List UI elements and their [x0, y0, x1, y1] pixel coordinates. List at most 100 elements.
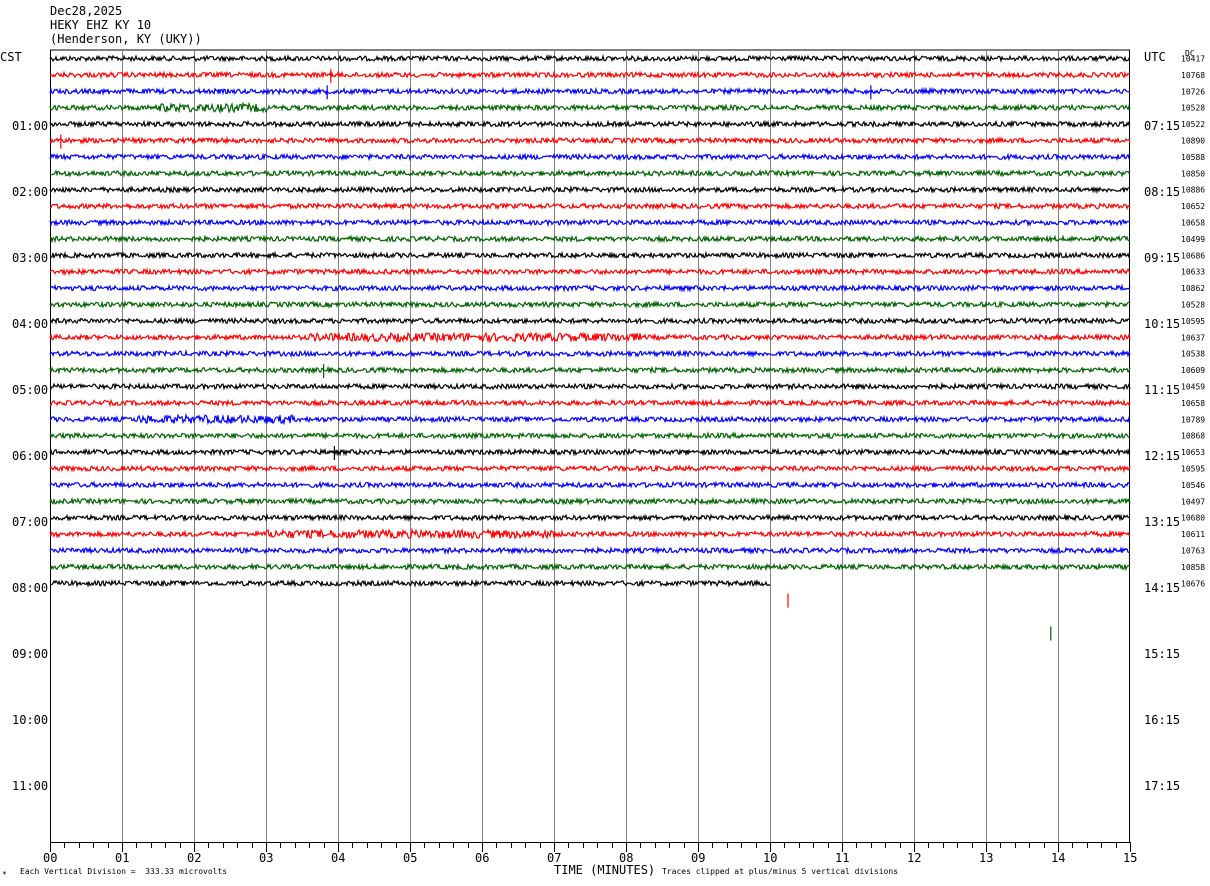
x-axis-title: TIME (MINUTES): [554, 863, 656, 877]
dc-value: 10789: [1181, 415, 1205, 424]
dc-value: 10686: [1181, 251, 1205, 260]
dc-value: 10886: [1181, 186, 1205, 195]
right-hour-label: 12:15: [1144, 449, 1181, 463]
seismic-trace-24: [49, 431, 1131, 441]
seismogram-chart: 10417 10768 10726 10528 10522 10890 10588 10850…: [49, 49, 1205, 852]
left-hour-label: 06:00: [12, 449, 49, 463]
seismic-trace-26: [49, 463, 1131, 474]
seismic-trace-7: [49, 152, 1131, 162]
dc-value: 10676: [1181, 579, 1205, 588]
dc-value: 10633: [1181, 268, 1205, 277]
left-hour-label: 01:00: [12, 119, 49, 133]
x-tick-label: 15: [1123, 851, 1138, 865]
dc-value: 10658: [1181, 219, 1205, 228]
right-hour-label: 13:15: [1144, 515, 1181, 529]
dc-value: 10768: [1181, 71, 1205, 80]
dc-value: 10528: [1181, 301, 1205, 310]
dc-value: 10868: [1181, 432, 1205, 441]
dc-value: 10595: [1181, 465, 1205, 474]
x-tick-label: 09: [691, 851, 706, 865]
seismic-trace-23: [49, 412, 1131, 426]
right-hour-label: 11:15: [1144, 383, 1181, 397]
seismic-trace-20: [49, 365, 1131, 375]
seismic-trace-12: [49, 234, 1131, 244]
seismic-trace-21: [49, 381, 1131, 392]
dc-value: 10609: [1181, 366, 1205, 375]
x-tick-label: 10: [763, 851, 778, 865]
seismic-trace-28: [49, 496, 1131, 506]
left-hour-label: 02:00: [12, 185, 49, 199]
clip-note: Traces clipped at plus/minus 5 vertical …: [662, 867, 899, 876]
dc-value: 10653: [1181, 448, 1205, 457]
x-tick-label: 13: [979, 851, 994, 865]
seismic-trace-3: [49, 86, 1131, 96]
left-hour-label: 04:00: [12, 317, 49, 331]
seismic-trace-11: [49, 217, 1131, 228]
dc-value: 10658: [1181, 399, 1205, 408]
right-hour-label: 16:15: [1144, 713, 1181, 727]
x-tick-label: 02: [187, 851, 202, 865]
right-hour-label: 15:15: [1144, 647, 1181, 661]
division-note: Each Vertical Division = 333.33 microvol…: [20, 867, 228, 876]
seismic-trace-18: [49, 331, 1131, 344]
dc-value: 10637: [1181, 333, 1205, 342]
right-hour-label: 09:15: [1144, 251, 1181, 265]
seismic-trace-8: [49, 168, 1131, 178]
right-hour-label: 07:15: [1144, 119, 1181, 133]
seismic-trace-13: [49, 250, 1131, 260]
dc-value: 10763: [1181, 547, 1205, 556]
x-tick-label: 01: [115, 851, 130, 865]
seismic-trace-22: [49, 398, 1131, 408]
seismic-trace-6: [49, 135, 1131, 146]
dc-value: 10611: [1181, 530, 1205, 539]
dc-value: 10459: [1181, 383, 1205, 392]
dc-value: 10538: [1181, 350, 1205, 359]
seismic-trace-27: [49, 480, 1131, 490]
left-hour-label: 08:00: [12, 581, 49, 595]
seismic-trace-17: [49, 316, 1131, 326]
x-tick-label: 12: [907, 851, 922, 865]
dc-value: 10890: [1181, 137, 1205, 146]
x-tick-label: 00: [43, 851, 58, 865]
right-hour-label: 14:15: [1144, 581, 1181, 595]
seismic-trace-14: [49, 267, 1131, 277]
footer-mark: *: [2, 870, 7, 879]
seismic-trace-1: [49, 53, 1131, 64]
x-tick-label: 05: [403, 851, 418, 865]
seismic-trace-30: [49, 527, 1131, 540]
dc-value: 10522: [1181, 120, 1205, 129]
dc-value: 10417: [1181, 55, 1205, 64]
seismic-trace-29: [49, 512, 1131, 523]
seismic-trace-5: [49, 119, 1131, 129]
left-hour-label: 09:00: [12, 647, 49, 661]
dc-value: 10499: [1181, 235, 1205, 244]
left-hour-label: 07:00: [12, 515, 49, 529]
seismic-trace-10: [49, 201, 1131, 211]
dc-value: 10862: [1181, 284, 1205, 293]
dc-value: 10726: [1181, 87, 1205, 96]
seismic-trace-9: [49, 185, 1130, 195]
x-tick-label: 11: [835, 851, 850, 865]
dc-value: 10528: [1181, 104, 1205, 113]
dc-value: 10546: [1181, 481, 1205, 490]
dc-value: 10652: [1181, 202, 1205, 211]
right-hour-label: 17:15: [1144, 779, 1181, 793]
dc-value: 10595: [1181, 317, 1205, 326]
dc-value: 10680: [1181, 514, 1205, 523]
seismic-trace-25: [49, 447, 1131, 457]
seismic-trace-16: [49, 299, 1131, 310]
dc-value: 10858: [1181, 563, 1205, 572]
left-hour-label: 11:00: [12, 779, 49, 793]
x-tick-label: 03: [259, 851, 274, 865]
left-hour-label: 10:00: [12, 713, 49, 727]
seismic-trace-19: [49, 349, 1131, 359]
seismic-trace-4: [49, 101, 1131, 114]
right-hour-label: 10:15: [1144, 317, 1181, 331]
seismic-trace-2: [49, 70, 1131, 80]
dc-value: 10850: [1181, 169, 1205, 178]
dc-value: 10497: [1181, 497, 1205, 506]
x-tick-label: 14: [1051, 851, 1066, 865]
left-hour-label: 05:00: [12, 383, 49, 397]
left-hour-label: 03:00: [12, 251, 49, 265]
x-tick-label: 06: [475, 851, 490, 865]
